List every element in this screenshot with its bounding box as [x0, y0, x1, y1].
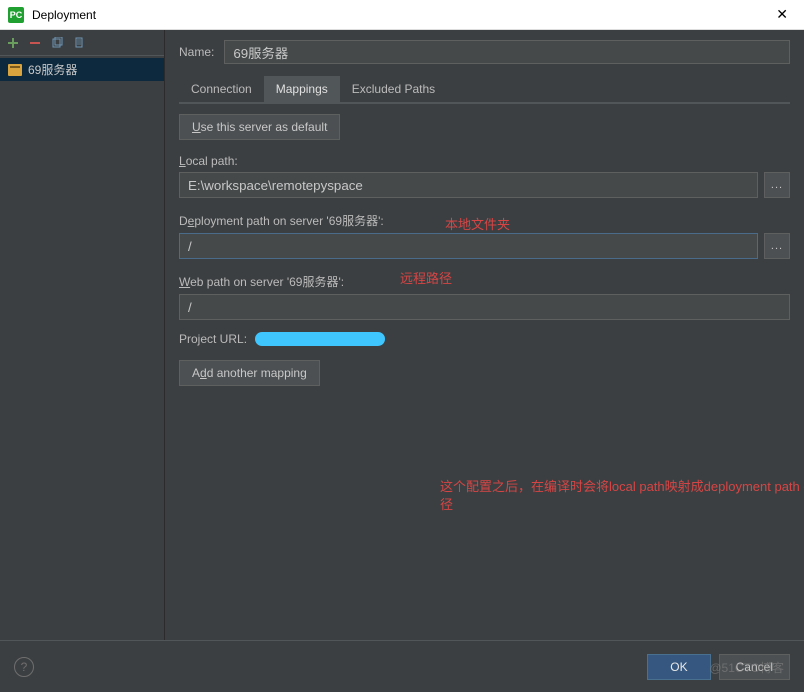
annotation-explain: 这个配置之后，在编译时会将local path映射成deployment pat… — [440, 478, 804, 514]
tab-connection[interactable]: Connection — [179, 76, 264, 102]
sidebar-toolbar — [0, 30, 164, 56]
web-path-input[interactable] — [179, 294, 790, 320]
server-list: 69服务器 — [0, 56, 164, 83]
local-path-input[interactable] — [179, 172, 758, 198]
project-url-label: Project URL: — [179, 332, 247, 346]
server-icon — [8, 64, 22, 76]
deployment-path-label: Deployment path on server '69服务器': — [179, 212, 790, 229]
tabs: Connection Mappings Excluded Paths — [179, 76, 790, 104]
window-title: Deployment — [32, 8, 768, 22]
copy-icon[interactable] — [50, 36, 64, 50]
web-path-label: Web path on server '69服务器': — [179, 273, 790, 290]
tab-excluded-paths[interactable]: Excluded Paths — [340, 76, 447, 102]
deployment-path-input[interactable] — [179, 233, 758, 259]
browse-deployment-button[interactable]: ... — [764, 233, 790, 259]
project-url-redacted — [255, 332, 385, 346]
sidebar-item-server[interactable]: 69服务器 — [0, 58, 164, 81]
add-icon[interactable] — [6, 36, 20, 50]
add-mapping-button[interactable]: Add another mapping — [179, 360, 320, 386]
browse-local-button[interactable]: ... — [764, 172, 790, 198]
cancel-button[interactable]: Cancel — [719, 654, 790, 680]
sidebar: 69服务器 — [0, 30, 165, 640]
ok-button[interactable]: OK — [647, 654, 710, 680]
sidebar-item-label: 69服务器 — [28, 61, 77, 78]
help-icon[interactable]: ? — [14, 657, 34, 677]
footer: ? OK Cancel — [0, 640, 804, 692]
tab-mappings[interactable]: Mappings — [264, 76, 340, 102]
use-as-default-button[interactable]: Use this server as default — [179, 114, 340, 140]
close-icon[interactable]: ✕ — [768, 6, 796, 23]
content-panel: Name: Connection Mappings Excluded Paths… — [165, 30, 804, 640]
titlebar: PC Deployment ✕ — [0, 0, 804, 30]
name-input[interactable] — [224, 40, 790, 64]
edit-icon[interactable] — [72, 36, 86, 50]
name-label: Name: — [179, 45, 214, 59]
remove-icon[interactable] — [28, 36, 42, 50]
main-area: 69服务器 Name: Connection Mappings Excluded… — [0, 30, 804, 640]
local-path-label: Local path: — [179, 154, 790, 168]
app-icon: PC — [8, 7, 24, 23]
